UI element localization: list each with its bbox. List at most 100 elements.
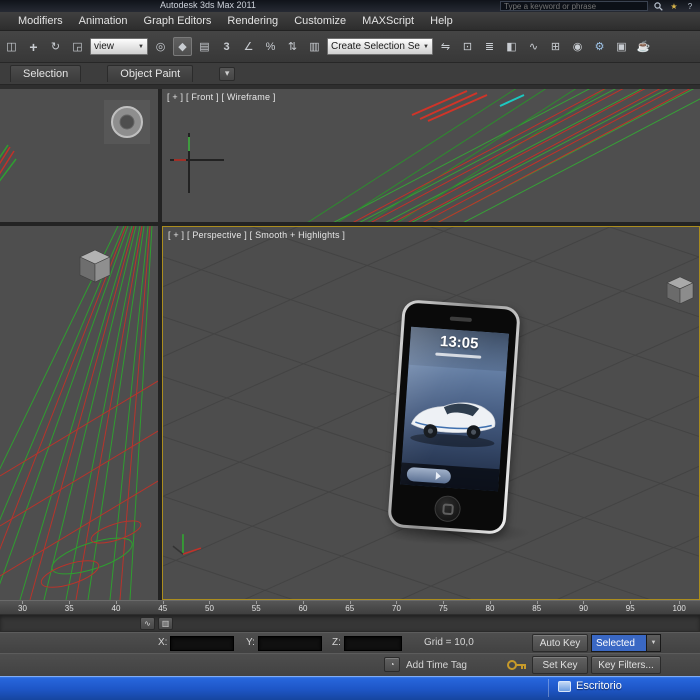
track-filter-button[interactable]: ▥ [158, 617, 173, 630]
align-icon[interactable]: ⊡ [458, 37, 477, 56]
select-and-rotate-icon[interactable]: ↻ [46, 37, 65, 56]
viewport-front[interactable]: [ + ] [ Front ] [ Wireframe ] [162, 89, 700, 222]
viewport-area: [ + ] [ Front ] [ Wireframe ] 13:05 [+ … [0, 89, 700, 600]
percent-snap-icon[interactable]: % [261, 37, 280, 56]
timeline-ruler[interactable]: 30 35 40 45 50 55 60 65 70 75 80 85 90 9… [0, 600, 700, 615]
keyword-search-input[interactable] [500, 1, 648, 11]
angle-snap-icon[interactable]: ∠ [239, 37, 258, 56]
menu-customize[interactable]: Customize [286, 13, 354, 29]
time-tag-icon[interactable]: ◔ [384, 657, 400, 672]
render-setup-icon[interactable]: ⚙ [590, 37, 609, 56]
menu-maxscript[interactable]: MAXScript [354, 13, 422, 29]
lockscreen-top-band: 13:05 [408, 326, 509, 372]
help-icon[interactable]: ? [684, 1, 696, 12]
rendered-frame-window-icon[interactable]: ▣ [612, 37, 631, 56]
frame-label: 85 [532, 601, 542, 613]
desktop-toolbar-label: Escritorio [576, 680, 622, 692]
material-editor-icon[interactable]: ◉ [568, 37, 587, 56]
perspective-viewport-label[interactable]: [ + ] [ Perspective ] [ Smooth + Highlig… [168, 230, 345, 240]
z-coordinate-input[interactable] [344, 636, 402, 651]
auto-key-button[interactable]: Auto Key [532, 634, 588, 652]
frame-label: 35 [64, 601, 74, 613]
home-button-square [441, 502, 454, 515]
desktop-icon [558, 680, 571, 692]
taskbar-separator [548, 679, 549, 697]
frame-label: 80 [485, 601, 495, 613]
snaps-toggle-icon[interactable]: 3 [217, 37, 236, 56]
render-production-icon[interactable]: ☕ [634, 37, 653, 56]
frame-label: 40 [111, 601, 121, 613]
select-and-scale-icon[interactable]: ◲ [68, 37, 87, 56]
frame-label: 70 [392, 601, 401, 613]
tab-object-paint[interactable]: Object Paint [107, 65, 194, 82]
phone-date-text [435, 352, 482, 359]
reference-coordsys-value: view [94, 41, 115, 52]
infocenter: ★ ? [500, 0, 696, 12]
box-object [666, 276, 694, 305]
frame-label: 45 [158, 601, 168, 613]
phone-home-button [433, 494, 462, 523]
spinner-snap-icon[interactable]: ⇅ [283, 37, 302, 56]
x-coordinate-input[interactable] [170, 636, 234, 651]
main-toolbar: ◫ + ↻ ◲ view ▼ ◎ ◆ ▤ 3 ∠ % ⇅ ▥ Create Se… [0, 31, 700, 63]
add-time-tag-button[interactable]: Add Time Tag [406, 660, 467, 671]
menu-modifiers[interactable]: Modifiers [10, 13, 71, 29]
mirror-icon[interactable]: ⇋ [436, 37, 455, 56]
window-crossing-icon[interactable]: ◫ [2, 37, 21, 56]
top-viewport-scene [0, 100, 150, 182]
layer-manager-icon[interactable]: ≣ [480, 37, 499, 56]
use-pivot-center-icon[interactable]: ◎ [151, 37, 170, 56]
chevron-down-icon: ▼ [423, 43, 429, 50]
phone-body: 13:05 [390, 302, 518, 532]
windows-taskbar: Escritorio [0, 676, 700, 700]
filter-icon: ▥ [161, 619, 170, 628]
viewport-top[interactable] [0, 89, 158, 222]
titlebar: Autodesk 3ds Max 2011 ★ ? [0, 0, 700, 12]
favorites-star-icon[interactable]: ★ [668, 1, 680, 12]
graphite-modeling-tools-icon[interactable]: ◧ [502, 37, 521, 56]
key-filter-mode-dropdown[interactable]: Selected ▼ [591, 634, 661, 652]
viewport-left[interactable] [0, 226, 158, 600]
3dsmax-window: Autodesk 3ds Max 2011 ★ ? Modifiers Anim… [0, 0, 700, 700]
named-selection-set-dropdown[interactable]: Create Selection Se ▼ [327, 38, 433, 55]
frame-label: 30 [18, 601, 27, 613]
track-bar[interactable]: ∿ ▥ [0, 615, 700, 632]
keyboard-override-icon[interactable]: ▤ [195, 37, 214, 56]
curve-editor-icon[interactable]: ∿ [524, 37, 543, 56]
ribbon-minimize-icon[interactable]: ▾ [219, 66, 236, 81]
viewport-perspective[interactable]: 13:05 [ + ] [ Perspective ] [ Smooth + H… [162, 226, 700, 600]
search-icon[interactable] [652, 1, 664, 12]
frame-label: 60 [298, 601, 308, 613]
menu-animation[interactable]: Animation [71, 13, 136, 29]
mini-curve-editor-button[interactable]: ∿ [140, 617, 155, 630]
set-keys-key-icon[interactable] [506, 657, 528, 676]
status-bar-row1: X: Y: Z: Grid = 10,0 Auto Key Selected ▼ [0, 632, 700, 653]
edit-named-selection-sets-icon[interactable]: ▥ [305, 37, 324, 56]
frame-label: 65 [345, 601, 355, 613]
menu-rendering[interactable]: Rendering [219, 13, 286, 29]
phone-clock: 13:05 [439, 332, 479, 353]
curve-icon: ∿ [144, 619, 151, 628]
y-coordinate-label: Y: [246, 637, 255, 648]
menu-help[interactable]: Help [422, 13, 461, 29]
tab-selection[interactable]: Selection [10, 65, 82, 82]
reference-coordsys-dropdown[interactable]: view ▼ [90, 38, 148, 55]
frame-label: 55 [251, 601, 261, 613]
chevron-down-icon: ▼ [138, 43, 144, 50]
set-key-button[interactable]: Set Key [532, 656, 588, 674]
phone-screen: 13:05 [400, 326, 509, 492]
x-coordinate-label: X: [158, 637, 168, 648]
graphite-ribbon: Selection Object Paint ▾ [0, 63, 700, 89]
front-viewport-label[interactable]: [ + ] [ Front ] [ Wireframe ] [167, 92, 276, 102]
menu-graph-editors[interactable]: Graph Editors [136, 13, 220, 29]
y-coordinate-input[interactable] [258, 636, 322, 651]
schematic-view-icon[interactable]: ⊞ [546, 37, 565, 56]
frame-label: 75 [438, 601, 448, 613]
iphone-model[interactable]: 13:05 [387, 299, 521, 535]
select-and-manipulate-icon[interactable]: ◆ [173, 37, 192, 56]
select-and-move-icon[interactable]: + [24, 37, 43, 56]
desktop-toolbar[interactable]: Escritorio [558, 680, 622, 692]
key-filters-button[interactable]: Key Filters... [591, 656, 661, 674]
key-filter-mode-value: Selected [592, 635, 646, 651]
box-object [79, 249, 111, 283]
